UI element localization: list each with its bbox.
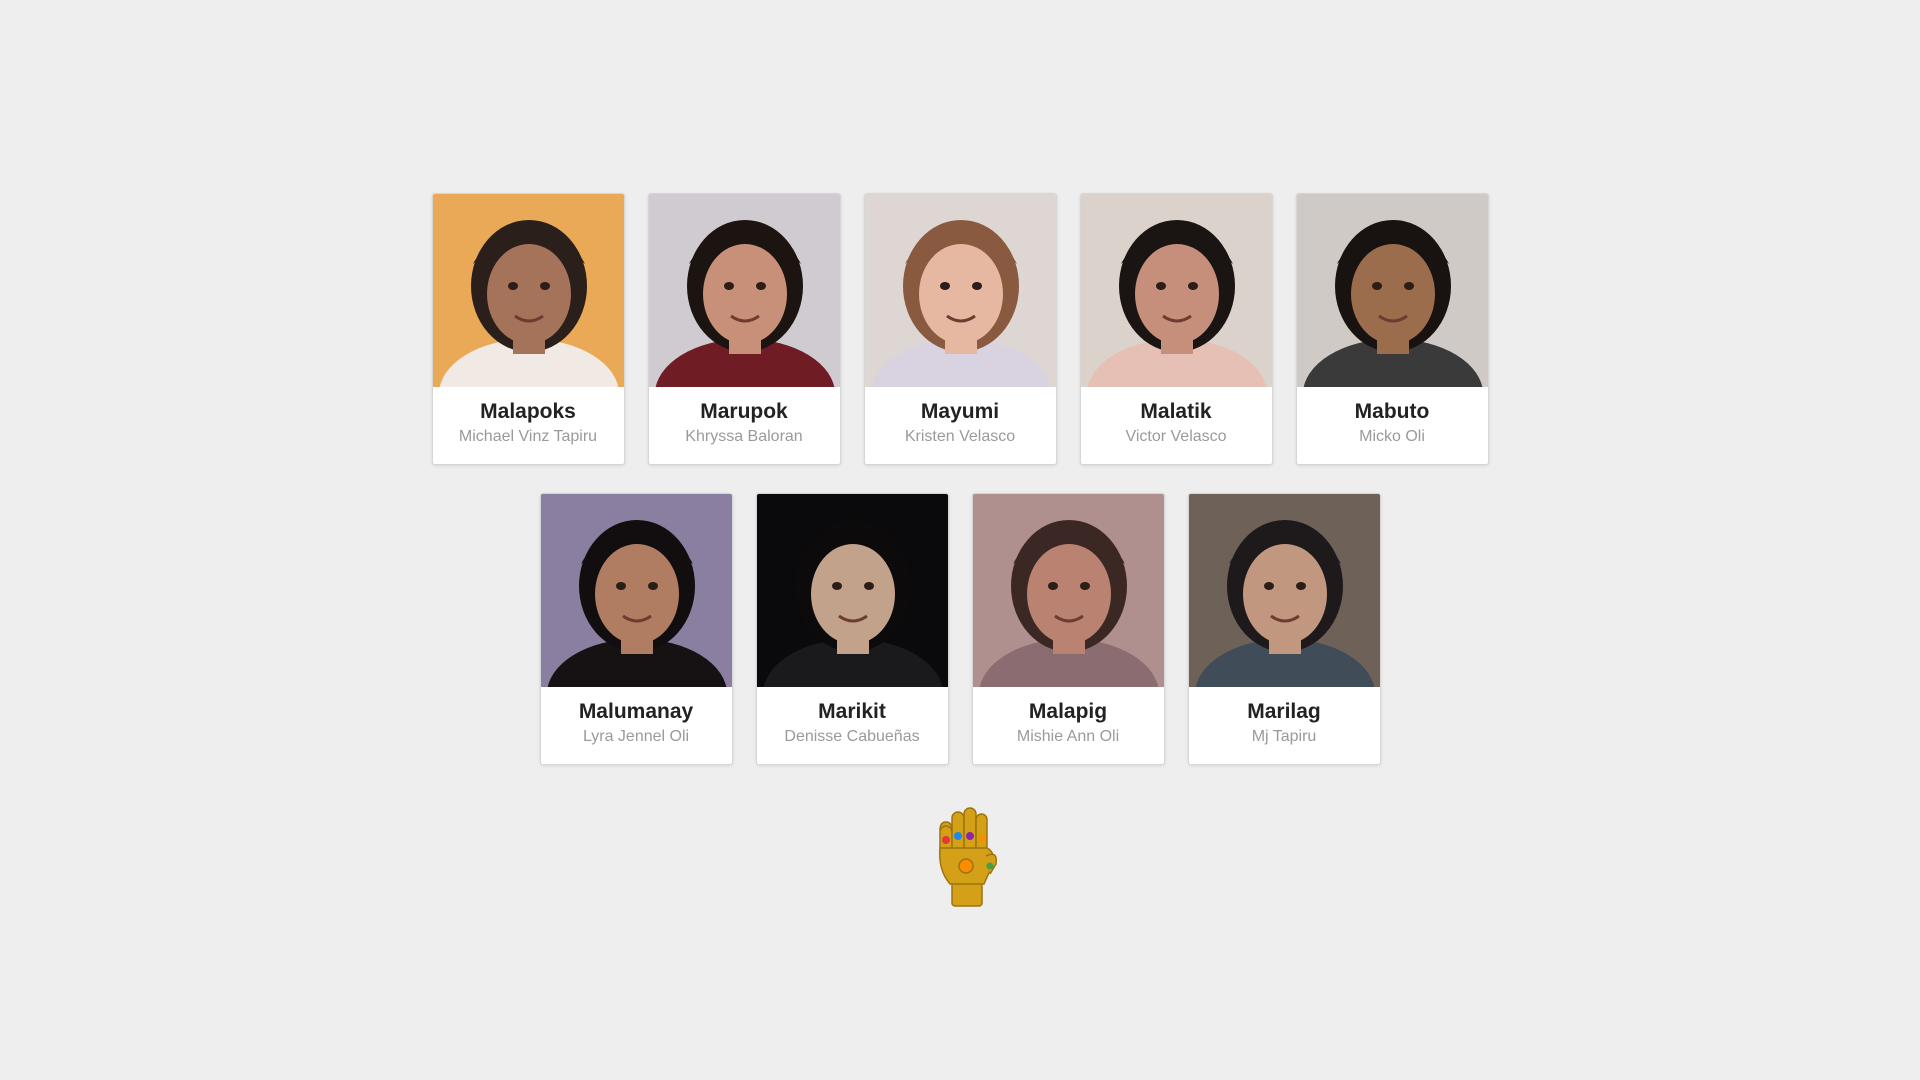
profile-full-name: Mj Tapiru (1251, 728, 1317, 745)
profile-photo (756, 494, 948, 687)
profile-full-name: Denisse Cabueñas (784, 728, 920, 745)
profile-card[interactable]: Malapoks Michael Vinz Tapiru (431, 193, 625, 465)
profile-nickname: Malumanay (578, 700, 694, 723)
profile-nickname: Mayumi (920, 400, 1000, 423)
profile-full-name: Khryssa Baloran (685, 428, 803, 445)
profile-full-name: Mishie Ann Oli (1016, 728, 1120, 745)
profile-card[interactable]: Mayumi Kristen Velasco (863, 193, 1057, 465)
profile-photo (972, 494, 1164, 687)
profile-photo (648, 194, 840, 387)
page: Malapoks Michael Vinz Tapiru Marupok Khrys… (0, 0, 1920, 1080)
profile-photo (1080, 194, 1272, 387)
profile-photo (540, 494, 732, 687)
profile-full-name: Michael Vinz Tapiru (458, 428, 598, 445)
profile-nickname: Marikit (818, 700, 886, 723)
profile-card[interactable]: Malatik Victor Velasco (1079, 193, 1273, 465)
infinity-gauntlet-icon[interactable] (930, 800, 1000, 908)
profile-photo (864, 194, 1056, 387)
profile-nickname: Malapoks (480, 400, 576, 423)
profile-full-name: Lyra Jennel Oli (582, 728, 690, 745)
profile-nickname: Malapig (1028, 700, 1108, 723)
profile-full-name: Victor Velasco (1125, 428, 1227, 445)
profile-nickname: Mabuto (1354, 400, 1430, 423)
profile-nickname: Marupok (700, 400, 788, 423)
profile-row-1: Malapoks Michael Vinz Tapiru Marupok Khrys… (0, 193, 1920, 465)
profile-nickname: Marilag (1247, 700, 1321, 723)
profile-photo (1296, 194, 1488, 387)
profile-row-2: Malumanay Lyra Jennel Oli Marikit Denisse … (0, 493, 1920, 765)
profile-card[interactable]: Marupok Khryssa Baloran (647, 193, 841, 465)
profile-card[interactable]: Mabuto Micko Oli (1295, 193, 1489, 465)
profile-full-name: Kristen Velasco (904, 428, 1016, 445)
profile-card[interactable]: Marilag Mj Tapiru (1187, 493, 1381, 765)
profile-card[interactable]: Marikit Denisse Cabueñas (755, 493, 949, 765)
profile-card[interactable]: Malumanay Lyra Jennel Oli (539, 493, 733, 765)
profile-photo (432, 194, 624, 387)
profile-photo (1188, 494, 1380, 687)
profile-card[interactable]: Malapig Mishie Ann Oli (971, 493, 1165, 765)
profile-nickname: Malatik (1140, 400, 1212, 423)
profile-full-name: Micko Oli (1359, 428, 1425, 445)
